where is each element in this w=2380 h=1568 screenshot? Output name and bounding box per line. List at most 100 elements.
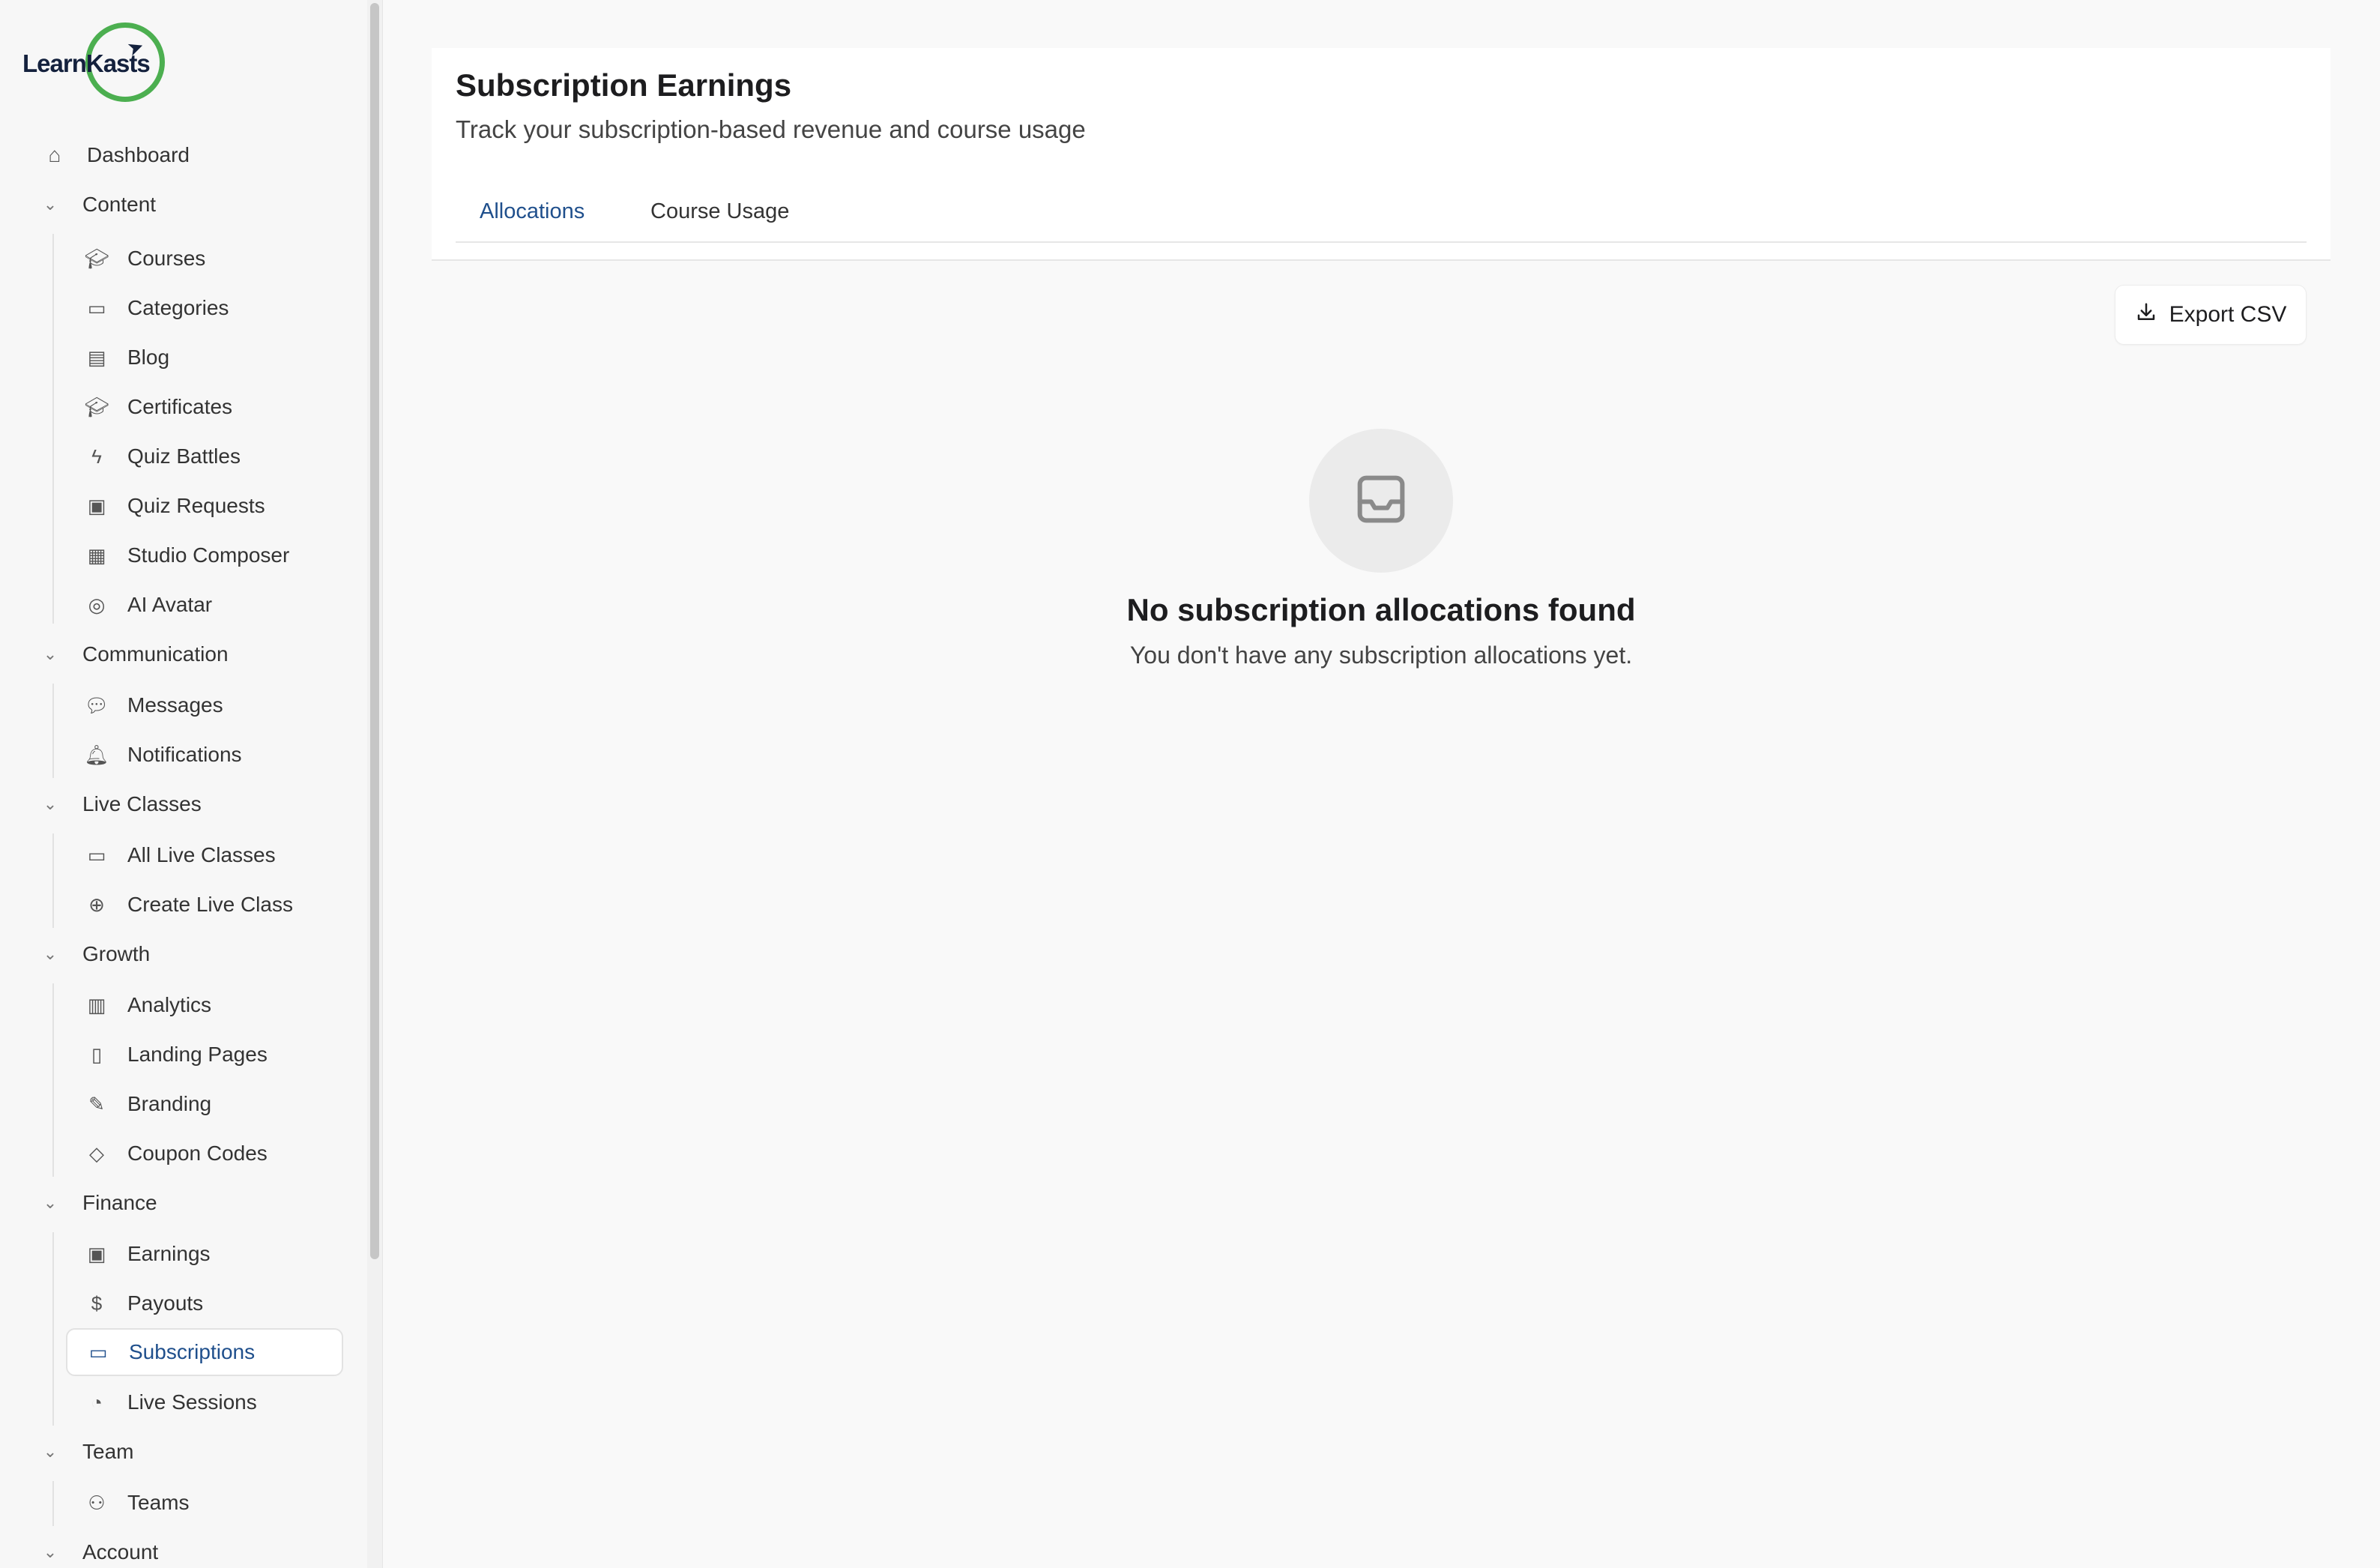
bell-icon: 🔔︎ bbox=[84, 743, 109, 766]
sidebar-item-coupon-codes[interactable]: ◇ Coupon Codes bbox=[84, 1133, 268, 1174]
logo[interactable]: LearnKasts ➤ bbox=[22, 22, 172, 111]
sidebar-group-communication[interactable]: ⌄ Communication bbox=[39, 634, 229, 675]
sidebar-item-label: AI Avatar bbox=[127, 593, 213, 616]
sidebar-group-growth[interactable]: ⌄ Growth bbox=[39, 934, 150, 974]
main-content: Subscription Earnings Track your subscri… bbox=[382, 0, 2380, 1568]
empty-state: No subscription allocations found You do… bbox=[432, 429, 2331, 669]
page-title: Subscription Earnings bbox=[456, 67, 792, 103]
sidebar-group-team[interactable]: ⌄ Team bbox=[39, 1432, 134, 1472]
sidebar-item-live-sessions[interactable]: ◔ Live Sessions bbox=[84, 1382, 257, 1423]
sidebar-item-subscriptions[interactable]: ▭ Subscriptions bbox=[66, 1328, 343, 1376]
sidebar-item-branding[interactable]: ✎ Branding bbox=[84, 1084, 211, 1124]
brush-icon: ✎ bbox=[88, 1092, 105, 1115]
sidebar-item-label: Coupon Codes bbox=[127, 1142, 268, 1165]
sidebar-item-blog[interactable]: ▤ Blog bbox=[84, 337, 169, 378]
sidebar-item-analytics[interactable]: ▥ Analytics bbox=[84, 985, 211, 1025]
sidebar-group-finance[interactable]: ⌄ Finance bbox=[39, 1183, 157, 1223]
lightning-icon: ϟ bbox=[91, 444, 102, 468]
sidebar-group-account[interactable]: ⌄ Account bbox=[39, 1532, 158, 1568]
graduation-cap-icon: 🎓︎ bbox=[84, 247, 109, 270]
sidebar-group-live-classes[interactable]: ⌄ Live Classes bbox=[39, 784, 202, 824]
page-header: Subscription Earnings Track your subscri… bbox=[432, 48, 2331, 261]
sidebar-item-all-live-classes[interactable]: ▭ All Live Classes bbox=[84, 835, 276, 875]
folder-icon: ▭ bbox=[87, 296, 106, 319]
sidebar-item-label: Teams bbox=[127, 1491, 190, 1514]
bar-chart-icon: ▥ bbox=[87, 993, 106, 1016]
group-divider bbox=[52, 1232, 54, 1426]
sidebar-item-label: Analytics bbox=[127, 993, 212, 1016]
sidebar-group-label: Live Classes bbox=[82, 792, 202, 815]
sidebar-item-label: Branding bbox=[127, 1092, 212, 1115]
sidebar-item-label: Subscriptions bbox=[129, 1340, 256, 1363]
sidebar-group-label: Account bbox=[82, 1540, 159, 1564]
sidebar-item-label: Landing Pages bbox=[127, 1043, 268, 1066]
sidebar-item-label: Payouts bbox=[127, 1291, 204, 1315]
sidebar-item-label: Studio Composer bbox=[127, 543, 290, 567]
sidebar-item-label: Blog bbox=[127, 346, 170, 369]
group-divider bbox=[52, 684, 54, 778]
file-icon: ▯ bbox=[91, 1043, 103, 1066]
sidebar-item-label: Certificates bbox=[127, 395, 233, 418]
sidebar-item-label: Quiz Battles bbox=[127, 444, 241, 468]
chevron-down-icon: ⌄ bbox=[43, 1442, 58, 1461]
sidebar-item-studio-composer[interactable]: ▦ Studio Composer bbox=[84, 535, 290, 576]
chevron-down-icon: ⌄ bbox=[43, 1543, 58, 1561]
scrollbar-thumb[interactable] bbox=[370, 3, 379, 1259]
group-divider bbox=[52, 234, 54, 624]
sidebar-item-earnings[interactable]: ▣ Earnings bbox=[84, 1234, 211, 1274]
chevron-down-icon: ⌄ bbox=[43, 195, 58, 214]
chevron-down-icon: ⌄ bbox=[43, 1193, 58, 1212]
sidebar-item-label: Earnings bbox=[127, 1242, 211, 1265]
sidebar-item-quiz-battles[interactable]: ϟ Quiz Battles bbox=[84, 436, 241, 477]
tab-bar: Allocations Course Usage bbox=[456, 195, 2307, 243]
export-csv-button[interactable]: Export CSV bbox=[2115, 285, 2307, 345]
clipboard-icon: ▣ bbox=[87, 494, 106, 517]
group-divider bbox=[52, 1481, 54, 1526]
chevron-down-icon: ⌄ bbox=[43, 794, 58, 813]
tab-course-usage[interactable]: Course Usage bbox=[626, 195, 813, 235]
sidebar-group-label: Finance bbox=[82, 1191, 157, 1214]
plus-circle-icon: ⊕ bbox=[88, 893, 105, 916]
pie-chart-icon: ◔ bbox=[91, 1390, 103, 1414]
film-icon: ▦ bbox=[87, 543, 106, 567]
sidebar-item-quiz-requests[interactable]: ▣ Quiz Requests bbox=[84, 486, 265, 526]
banknote-icon: ▣ bbox=[87, 1242, 106, 1265]
sidebar-item-ai-avatar[interactable]: ◎ AI Avatar bbox=[84, 585, 212, 625]
chat-icon: 💬︎ bbox=[84, 693, 109, 717]
empty-state-title: No subscription allocations found bbox=[1126, 592, 1636, 627]
chevron-down-icon: ⌄ bbox=[43, 645, 58, 663]
sidebar-group-label: Growth bbox=[82, 942, 151, 965]
sidebar-item-courses[interactable]: 🎓︎ Courses bbox=[84, 238, 205, 279]
tab-allocations[interactable]: Allocations bbox=[456, 195, 608, 235]
sidebar-item-payouts[interactable]: $ Payouts bbox=[84, 1283, 203, 1324]
group-divider bbox=[52, 833, 54, 928]
sidebar-scrollbar[interactable] bbox=[367, 0, 383, 1568]
graduation-cap-icon: 🎓︎ bbox=[84, 395, 109, 418]
sidebar-item-create-live-class[interactable]: ⊕ Create Live Class bbox=[84, 884, 293, 925]
sidebar: LearnKasts ➤ ⌂ Dashboard ⌄ Content 🎓︎ Co… bbox=[0, 0, 367, 1568]
newspaper-icon: ▤ bbox=[87, 346, 106, 369]
sidebar-group-label: Communication bbox=[82, 642, 229, 666]
sidebar-item-landing-pages[interactable]: ▯ Landing Pages bbox=[84, 1034, 268, 1075]
sidebar-group-label: Content bbox=[82, 193, 157, 216]
empty-state-icon-circle bbox=[1309, 429, 1453, 573]
sidebar-item-dashboard[interactable]: ⌂ Dashboard bbox=[42, 135, 190, 175]
sidebar-group-content[interactable]: ⌄ Content bbox=[39, 184, 156, 225]
sidebar-item-label: Courses bbox=[127, 247, 206, 270]
sidebar-item-messages[interactable]: 💬︎ Messages bbox=[84, 685, 223, 726]
sidebar-item-label: Create Live Class bbox=[127, 893, 293, 916]
chevron-down-icon: ⌄ bbox=[43, 944, 58, 963]
sidebar-item-label: All Live Classes bbox=[127, 843, 276, 866]
group-divider bbox=[52, 983, 54, 1177]
sidebar-item-label: Categories bbox=[127, 296, 229, 319]
sidebar-item-label: Dashboard bbox=[87, 143, 190, 166]
sidebar-item-notifications[interactable]: 🔔︎ Notifications bbox=[84, 735, 241, 775]
tag-icon: ◇ bbox=[89, 1142, 104, 1165]
credit-card-icon: ▭ bbox=[88, 1340, 108, 1363]
sidebar-item-certificates[interactable]: 🎓︎ Certificates bbox=[84, 387, 232, 427]
sidebar-item-label: Live Sessions bbox=[127, 1390, 257, 1414]
dollar-circle-icon: $ bbox=[91, 1291, 103, 1315]
sidebar-item-categories[interactable]: ▭ Categories bbox=[84, 288, 229, 328]
download-icon bbox=[2135, 301, 2157, 329]
sidebar-item-teams[interactable]: ⚇ Teams bbox=[84, 1483, 189, 1523]
